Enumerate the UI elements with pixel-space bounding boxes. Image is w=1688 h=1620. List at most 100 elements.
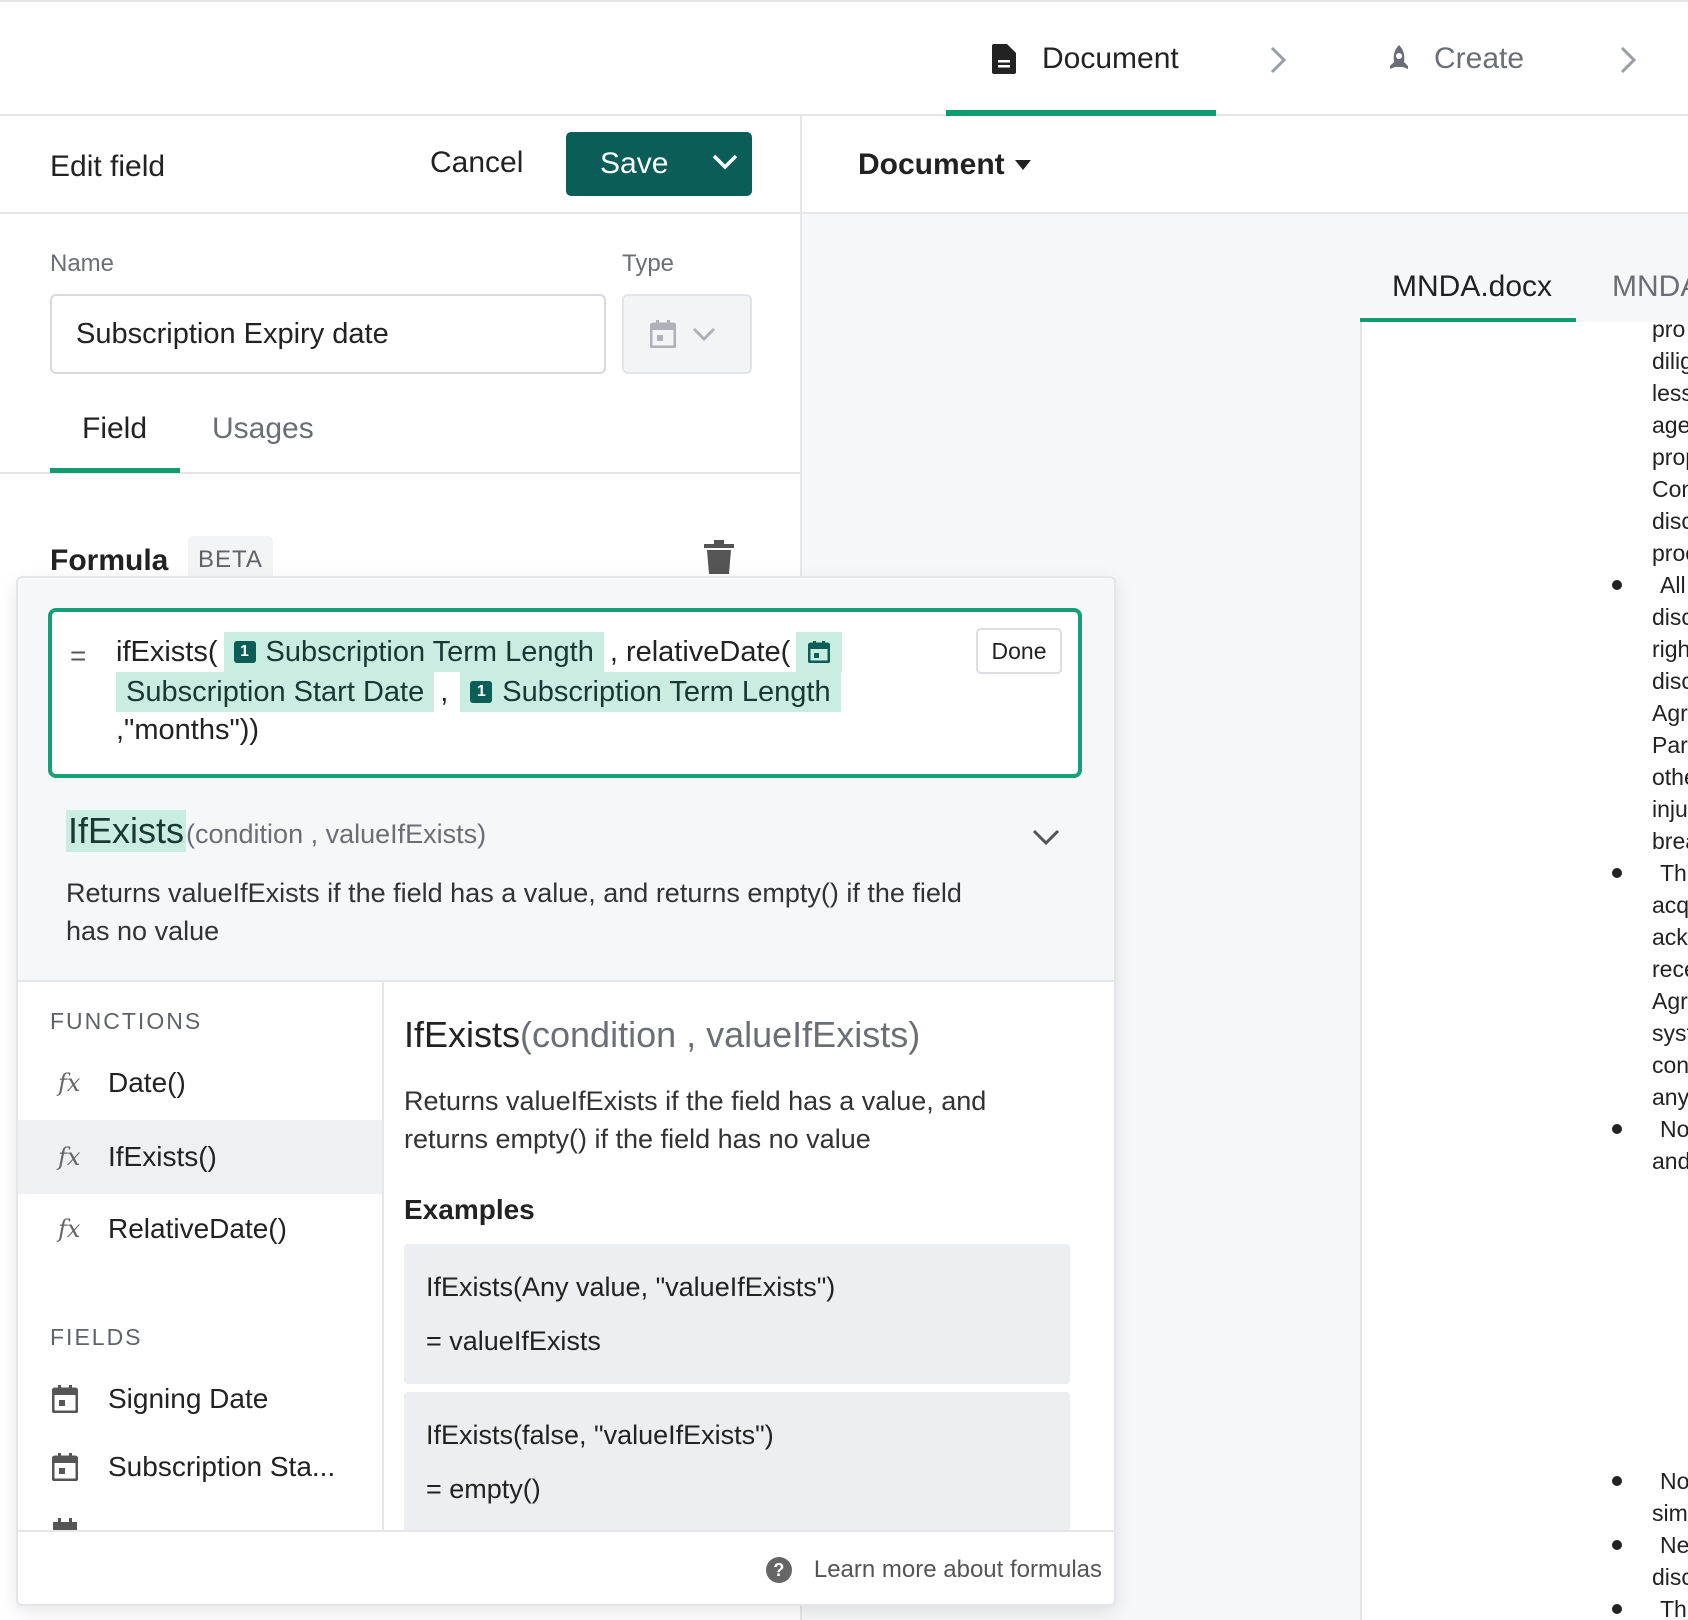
page-text: any: [1652, 1084, 1688, 1110]
bullet: [1612, 580, 1622, 590]
calendar-icon: [52, 1453, 78, 1481]
done-button[interactable]: Done: [976, 628, 1062, 674]
active-tab-indicator: [50, 468, 180, 473]
page-text: pro: [1652, 316, 1686, 342]
tab-mnda-2[interactable]: MNDA: [1612, 270, 1688, 304]
chevron-down-icon: [692, 327, 716, 342]
document-page: pro dilig less age prop Con disc proc Al…: [1360, 316, 1688, 1620]
field-tabs: Field Usages: [0, 404, 800, 474]
function-item-label: RelativeDate(): [108, 1213, 287, 1244]
chevron-down-icon[interactable]: [712, 152, 738, 172]
page-text: Con: [1652, 476, 1688, 502]
field-chip-label: Subscription Start Date: [126, 675, 425, 708]
formula-line-3: ,"months")): [116, 714, 259, 747]
examples-heading: Examples: [404, 1194, 535, 1225]
document-icon: [992, 44, 1016, 74]
function-item-label: Date(): [108, 1067, 186, 1098]
chevron-down-icon[interactable]: [1032, 828, 1060, 846]
chevron-right-icon: [1270, 46, 1286, 74]
step-document-label: Document: [1042, 42, 1179, 75]
function-documentation: IfExists(condition , valueIfExists) Retu…: [386, 982, 1114, 1532]
tab-mnda-docx[interactable]: MNDA.docx: [1392, 270, 1552, 304]
calendar-icon: [52, 1385, 78, 1413]
page-text: All: [1660, 572, 1686, 598]
page-text: age: [1652, 412, 1688, 438]
function-icon: fx: [58, 1143, 81, 1171]
bullet: [1612, 1124, 1622, 1134]
formula-line-2: Subscription Start Date , 1 Subscription…: [116, 672, 847, 712]
page-text: Agr: [1652, 988, 1688, 1014]
field-chip-start-date-icon[interactable]: [796, 632, 843, 672]
field-item-signing-date[interactable]: Signing Date: [18, 1362, 382, 1436]
help-icon: ?: [765, 1557, 792, 1583]
formula-function-token: , relativeDate(: [609, 635, 791, 668]
type-select[interactable]: [622, 294, 752, 374]
bullet: [1612, 1476, 1622, 1486]
formula-heading: Formula: [50, 544, 169, 577]
formula-function-token: ifExists(: [116, 635, 218, 668]
cancel-button[interactable]: Cancel: [430, 146, 523, 180]
step-document[interactable]: Document: [946, 2, 1216, 116]
document-dropdown-label: Document: [858, 148, 1005, 181]
page-text: Ne: [1660, 1532, 1688, 1558]
number-field-icon: 1: [233, 641, 256, 663]
learn-more-link[interactable]: ? Learn more about formulas: [765, 1556, 1102, 1584]
function-icon: fx: [58, 1069, 81, 1097]
example-code: IfExists(Any value, "valueIfExists"): [426, 1272, 836, 1302]
page-text: disc: [1652, 604, 1688, 630]
step-create[interactable]: Create: [1388, 2, 1524, 116]
page-text: less: [1652, 380, 1688, 406]
document-header: Document: [802, 116, 1688, 214]
save-button[interactable]: Save: [566, 132, 752, 196]
field-chip-label: Subscription Term Length: [265, 635, 594, 668]
top-nav: Document Create: [0, 0, 1688, 116]
function-icon: fx: [58, 1215, 81, 1243]
function-item-ifexists[interactable]: fx IfExists(): [18, 1120, 382, 1194]
page-text: rece: [1652, 956, 1688, 982]
tab-usages[interactable]: Usages: [212, 412, 314, 446]
name-input[interactable]: [50, 294, 606, 374]
trash-icon[interactable]: [704, 540, 734, 574]
formula-tail-token: ,"months")): [116, 714, 260, 746]
formula-comma: ,: [440, 675, 449, 708]
function-item-date[interactable]: fx Date(): [18, 1046, 382, 1120]
field-item-subscription-start[interactable]: Subscription Sta...: [18, 1430, 382, 1504]
calendar-icon: [650, 320, 676, 348]
page-text: Th: [1660, 860, 1687, 886]
field-chip-label: Subscription Term Length: [502, 675, 831, 708]
function-list: FUNCTIONS fx Date() fx IfExists() fx Rel…: [18, 982, 384, 1532]
name-label: Name: [50, 250, 115, 277]
document-dropdown[interactable]: Document: [858, 148, 1031, 182]
doc-function-params: (condition , valueIfExists): [520, 1014, 921, 1055]
page-text: disc: [1652, 668, 1688, 694]
number-field-icon: 1: [470, 681, 493, 703]
type-label: Type: [622, 250, 675, 277]
formula-editor[interactable]: = ifExists( 1 Subscription Term Length ,…: [48, 608, 1082, 778]
example-code: IfExists(false, "valueIfExists"): [426, 1420, 774, 1450]
function-item-label: IfExists(): [108, 1141, 217, 1172]
fields-heading: FIELDS: [50, 1324, 143, 1350]
example-box: IfExists(false, "valueIfExists") = empty…: [404, 1392, 1070, 1532]
page-text: sim: [1652, 1500, 1688, 1526]
step-create-label: Create: [1434, 42, 1525, 75]
page-text: syst: [1652, 1020, 1688, 1046]
field-chip-term-length[interactable]: 1 Subscription Term Length: [460, 672, 841, 712]
page-text: proc: [1652, 540, 1688, 566]
page-text: Agr: [1652, 700, 1688, 726]
functions-heading: FUNCTIONS: [50, 1008, 203, 1034]
field-chip-term-length[interactable]: 1 Subscription Term Length: [223, 632, 604, 672]
calendar-icon: [808, 641, 831, 663]
function-signature: IfExists (condition , valueIfExists): [66, 810, 486, 852]
page-text: acq: [1652, 892, 1688, 918]
page-text: Par: [1652, 732, 1688, 758]
formula-line-1: ifExists( 1 Subscription Term Length , r…: [116, 632, 848, 672]
tab-field[interactable]: Field: [82, 412, 147, 446]
function-item-relativedate[interactable]: fx RelativeDate(): [18, 1192, 382, 1266]
field-chip-start-date[interactable]: Subscription Start Date: [116, 672, 435, 712]
page-text: brea: [1652, 828, 1688, 854]
formula-popover: = ifExists( 1 Subscription Term Length ,…: [16, 576, 1116, 1606]
learn-more-label: Learn more about formulas: [813, 1556, 1102, 1583]
page-text: ack: [1652, 924, 1688, 950]
example-result: = empty(): [426, 1474, 541, 1504]
page-text: con: [1652, 1052, 1688, 1078]
